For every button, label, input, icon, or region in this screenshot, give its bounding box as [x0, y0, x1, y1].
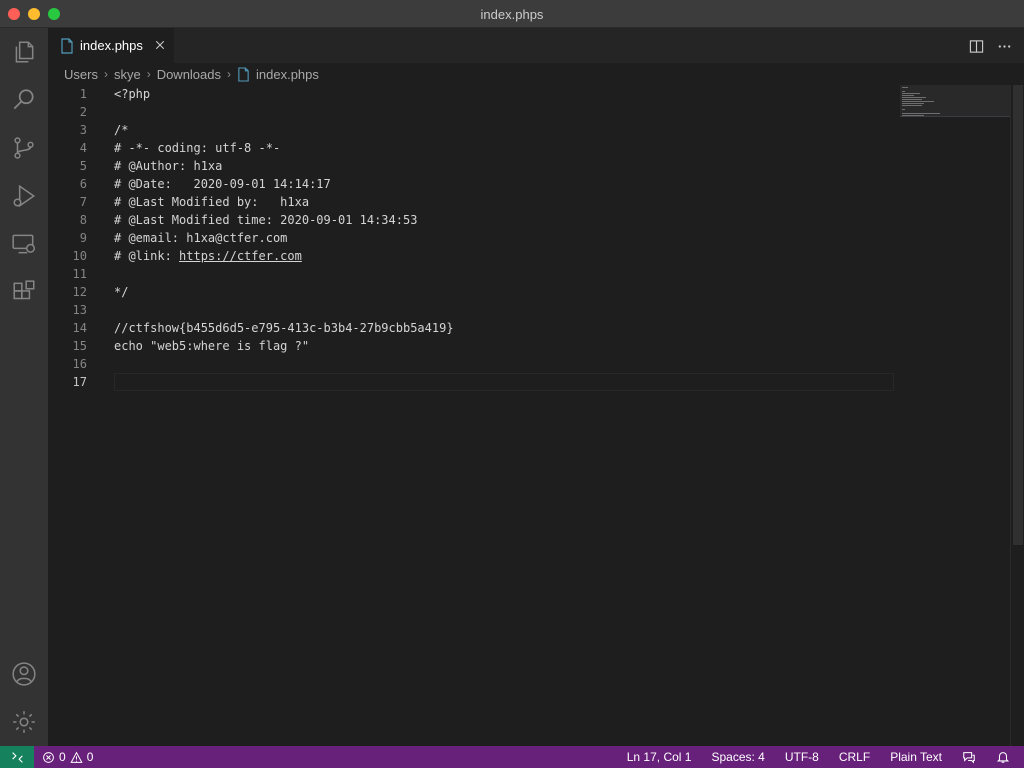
code-line[interactable] — [114, 265, 894, 283]
more-actions-icon[interactable] — [994, 36, 1014, 56]
explorer-icon[interactable] — [0, 28, 48, 76]
code-line[interactable]: # @Last Modified by: h1xa — [114, 193, 894, 211]
encoding[interactable]: UTF-8 — [785, 750, 819, 764]
cursor-position[interactable]: Ln 17, Col 1 — [627, 750, 692, 764]
title-bar: index.phps — [0, 0, 1024, 28]
line-number: 12 — [72, 285, 87, 299]
code-text: <?php — [114, 87, 151, 101]
line-number: 16 — [72, 357, 87, 371]
error-count: 0 — [59, 750, 66, 764]
feedback-icon[interactable] — [962, 750, 976, 764]
search-icon[interactable] — [0, 76, 48, 124]
warning-count: 0 — [86, 750, 94, 764]
scrollbar-thumb[interactable] — [1013, 85, 1023, 545]
tab-bar: index.phps — [48, 28, 1024, 63]
line-number: 10 — [72, 249, 87, 263]
end-of-line[interactable]: CRLF — [839, 750, 870, 764]
warning-icon — [70, 751, 83, 763]
code-line[interactable]: # @Date: 2020-09-01 14:14:17 — [114, 175, 894, 193]
language-mode[interactable]: Plain Text — [890, 750, 942, 764]
tab-index-phps[interactable]: index.phps — [48, 28, 174, 63]
line-number: 8 — [79, 213, 87, 227]
code-text: # @link: — [114, 249, 180, 263]
accounts-icon[interactable] — [0, 650, 48, 698]
code-line[interactable]: # @Author: h1xa — [114, 157, 894, 175]
chevron-right-icon: › — [103, 67, 108, 81]
code-text: # @Author: h1xa — [114, 159, 223, 173]
error-icon — [43, 751, 54, 763]
notifications-bell-icon[interactable] — [996, 750, 1010, 764]
code-text: //ctfshow{b455d6d5-e795-413c-b3b4-27b9cb… — [114, 321, 454, 335]
code-line[interactable] — [114, 301, 894, 319]
line-number-gutter: 1 2 3 4 5 6 7 8 9 10 11 12 13 14 15 16 17 — [48, 85, 104, 391]
code-line[interactable]: <?php — [114, 85, 894, 103]
source-control-icon[interactable] — [0, 124, 48, 172]
code-line[interactable]: # @link: https://ctfer.com — [114, 247, 894, 265]
file-icon — [61, 37, 73, 54]
remote-explorer-icon[interactable] — [0, 220, 48, 268]
code-text: # @Last Modified time: 2020-09-01 14:34:… — [114, 213, 418, 227]
breadcrumb-item[interactable]: Users — [64, 67, 98, 82]
code-line[interactable] — [114, 373, 894, 391]
status-bar: 0 0 Ln 17, Col 1 Spaces: 4 UTF-8 CRLF Pl… — [0, 746, 1024, 768]
minimap[interactable] — [900, 85, 1010, 746]
code-line[interactable]: */ — [114, 283, 894, 301]
breadcrumb-item[interactable]: index.phps — [256, 67, 319, 82]
code-text: echo "web5:where is flag ?" — [114, 339, 310, 353]
line-number: 14 — [72, 321, 87, 335]
line-number: 1 — [79, 87, 87, 101]
code-text: /* — [114, 123, 129, 137]
run-debug-icon[interactable] — [0, 172, 48, 220]
code-line[interactable]: /* — [114, 121, 894, 139]
editor[interactable]: 1 2 3 4 5 6 7 8 9 10 11 12 13 14 15 16 17 <?php/* # -*- c… — [48, 85, 1024, 746]
problems-indicator[interactable]: 0 0 — [42, 746, 93, 768]
code-line[interactable] — [114, 103, 894, 121]
code-line[interactable]: # @Last Modified time: 2020-09-01 14:34:… — [114, 211, 894, 229]
line-number: 6 — [79, 177, 87, 191]
chevron-right-icon: › — [227, 67, 232, 81]
breadcrumb-item[interactable]: Downloads — [157, 67, 221, 82]
line-number: 2 — [79, 105, 87, 119]
line-number: 13 — [72, 303, 87, 317]
split-editor-icon[interactable] — [966, 36, 986, 56]
code-text: */ — [114, 285, 129, 299]
close-icon[interactable] — [152, 37, 168, 53]
code-line[interactable] — [114, 355, 894, 373]
line-number: 7 — [79, 195, 87, 209]
chevron-right-icon: › — [146, 67, 151, 81]
line-number: 4 — [79, 141, 87, 155]
code-line[interactable]: # -*- coding: utf-8 -*- — [114, 139, 894, 157]
breadcrumb-item[interactable]: skye — [114, 67, 141, 82]
code-text: # @Date: 2020-09-01 14:14:17 — [114, 177, 331, 191]
activity-bar — [0, 28, 48, 746]
code-link[interactable]: https://ctfer.com — [179, 249, 302, 263]
indentation[interactable]: Spaces: 4 — [711, 750, 764, 764]
remote-indicator-icon[interactable] — [0, 746, 34, 768]
code-line[interactable]: echo "web5:where is flag ?" — [114, 337, 894, 355]
tab-label: index.phps — [80, 38, 143, 53]
line-number: 15 — [72, 339, 87, 353]
code-text: # @email: h1xa@ctfer.com — [114, 231, 288, 245]
vertical-scrollbar[interactable] — [1010, 85, 1024, 746]
file-icon — [238, 66, 249, 82]
code-line[interactable]: # @email: h1xa@ctfer.com — [114, 229, 894, 247]
code-text: # -*- coding: utf-8 -*- — [114, 141, 281, 155]
line-number: 5 — [79, 159, 87, 173]
line-number: 17 — [72, 375, 87, 389]
window-title: index.phps — [480, 7, 544, 22]
code-area[interactable]: <?php /* # -*- coding: utf-8 -*- # @Author:… — [114, 85, 894, 391]
code-line[interactable]: //ctfshow{b455d6d5-e795-413c-b3b4-27b9cb… — [114, 319, 894, 337]
line-number: 11 — [72, 267, 87, 281]
code-text: # @Last Modified by: h1xa — [114, 195, 310, 209]
line-number: 9 — [79, 231, 87, 245]
extensions-icon[interactable] — [0, 268, 48, 316]
line-number: 3 — [79, 123, 87, 137]
manage-gear-icon[interactable] — [0, 698, 48, 746]
breadcrumb: Users › skye › Downloads › index.phps — [48, 63, 1024, 85]
